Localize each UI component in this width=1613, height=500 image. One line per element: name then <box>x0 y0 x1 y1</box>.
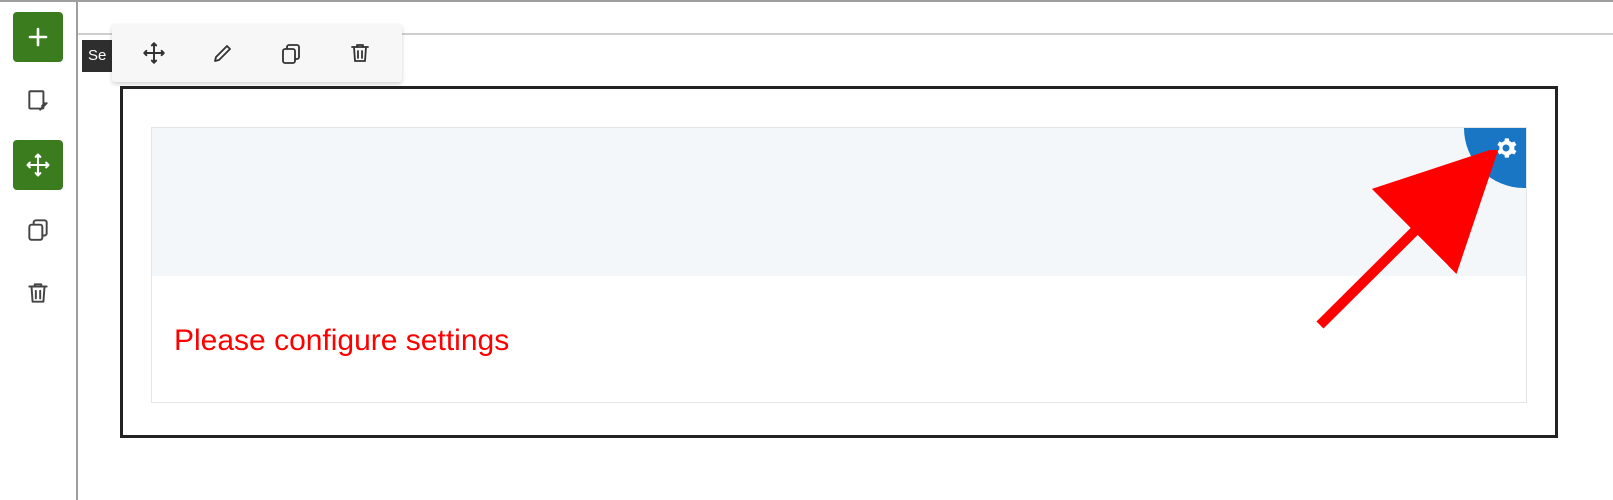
copy-icon <box>25 216 51 242</box>
copy-icon <box>279 41 303 65</box>
left-toolbar <box>0 0 78 500</box>
block-inner-card: Please configure settings <box>151 127 1527 403</box>
delete-button-sidebar[interactable] <box>13 268 63 318</box>
trash-icon <box>25 280 51 306</box>
copy-button-sidebar[interactable] <box>13 204 63 254</box>
block-type-label: Se <box>88 47 106 64</box>
move-icon <box>141 40 167 66</box>
delete-button[interactable] <box>337 30 383 76</box>
pencil-icon <box>211 41 235 65</box>
block-type-tag: Se <box>82 40 112 72</box>
move-button[interactable] <box>131 30 177 76</box>
add-button[interactable] <box>13 12 63 62</box>
gear-icon <box>1494 136 1518 160</box>
block-toolbar <box>112 24 402 82</box>
selected-block[interactable]: Please configure settings <box>120 86 1558 438</box>
block-header-area <box>152 128 1526 276</box>
configure-message: Please configure settings <box>174 324 509 358</box>
plus-icon <box>26 25 50 49</box>
trash-icon <box>348 41 372 65</box>
move-button-active[interactable] <box>13 140 63 190</box>
page-edit-icon <box>25 88 51 114</box>
edit-button[interactable] <box>200 30 246 76</box>
move-icon <box>24 151 52 179</box>
edit-form-button[interactable] <box>13 76 63 126</box>
copy-button[interactable] <box>268 30 314 76</box>
